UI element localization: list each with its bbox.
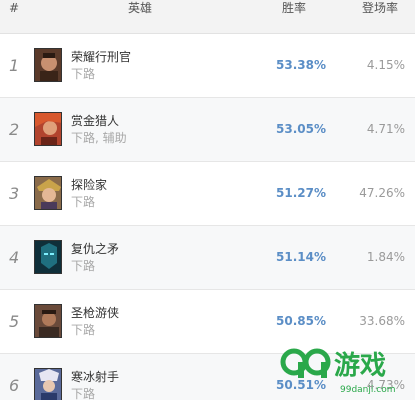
table-row[interactable]: 4 复仇之矛 下路 51.14% 1.84% xyxy=(0,226,415,290)
winrate-value: 50.85% xyxy=(276,314,326,328)
table-header: # 英雄 胜率 登场率 xyxy=(0,0,415,34)
pickrate-value: 47.26% xyxy=(359,186,405,200)
hero-name[interactable]: 寒冰射手 xyxy=(71,368,119,385)
hero-portrait-icon[interactable] xyxy=(34,240,62,274)
hero-position: 下路 xyxy=(71,195,96,209)
rank-number: 6 xyxy=(9,376,20,395)
pickrate-value: 4.15% xyxy=(366,58,405,72)
hero-position: 下路 xyxy=(71,259,96,273)
winrate-value: 53.38% xyxy=(276,58,326,72)
pickrate-value: 4.71% xyxy=(366,122,405,136)
rank-number: 3 xyxy=(9,184,20,203)
rank-number: 2 xyxy=(9,120,20,139)
rank-number: 1 xyxy=(9,56,20,75)
watermark-brand: 游戏 xyxy=(334,351,386,381)
hero-position: 下路 xyxy=(71,323,96,337)
winrate-value: 51.14% xyxy=(276,250,326,264)
watermark-site: 99danji.com xyxy=(340,385,395,395)
hero-position: 下路 xyxy=(71,67,96,81)
hero-name[interactable]: 荣耀行刑官 xyxy=(71,48,131,65)
rank-number: 4 xyxy=(9,248,20,267)
column-header-hero[interactable]: 英雄 xyxy=(128,1,152,15)
column-header-pickrate[interactable]: 登场率 xyxy=(362,1,398,15)
site-watermark-logo: 游戏 99danji.com xyxy=(280,348,395,395)
hero-portrait-icon[interactable] xyxy=(34,112,62,146)
pickrate-value: 1.84% xyxy=(366,250,405,264)
hero-portrait-icon[interactable] xyxy=(34,48,62,82)
winrate-value: 53.05% xyxy=(276,122,326,136)
hero-name[interactable]: 赏金猎人 xyxy=(71,112,119,129)
rank-number: 5 xyxy=(9,312,20,331)
table-row[interactable]: 1 荣耀行刑官 下路 53.38% 4.15% xyxy=(0,34,415,98)
hero-position: 下路 xyxy=(71,387,96,400)
winrate-value: 51.27% xyxy=(276,186,326,200)
column-header-rank: # xyxy=(9,1,20,15)
hero-position: 下路, 辅助 xyxy=(71,131,127,145)
table-row[interactable]: 3 探险家 下路 51.27% 47.26% xyxy=(0,162,415,226)
hero-ranking-table: # 英雄 胜率 登场率 1 荣耀行刑官 下路 53.38% 4.15% 2 赏金… xyxy=(0,0,415,400)
table-row[interactable]: 2 赏金猎人 下路, 辅助 53.05% 4.71% xyxy=(0,98,415,162)
hero-portrait-icon[interactable] xyxy=(34,304,62,338)
hero-name[interactable]: 复仇之矛 xyxy=(71,240,119,257)
hero-portrait-icon[interactable] xyxy=(34,176,62,210)
hero-portrait-icon[interactable] xyxy=(34,368,62,400)
hero-name[interactable]: 圣枪游侠 xyxy=(71,304,119,321)
hero-name[interactable]: 探险家 xyxy=(71,176,107,193)
pickrate-value: 33.68% xyxy=(359,314,405,328)
column-header-winrate[interactable]: 胜率 xyxy=(282,1,306,15)
